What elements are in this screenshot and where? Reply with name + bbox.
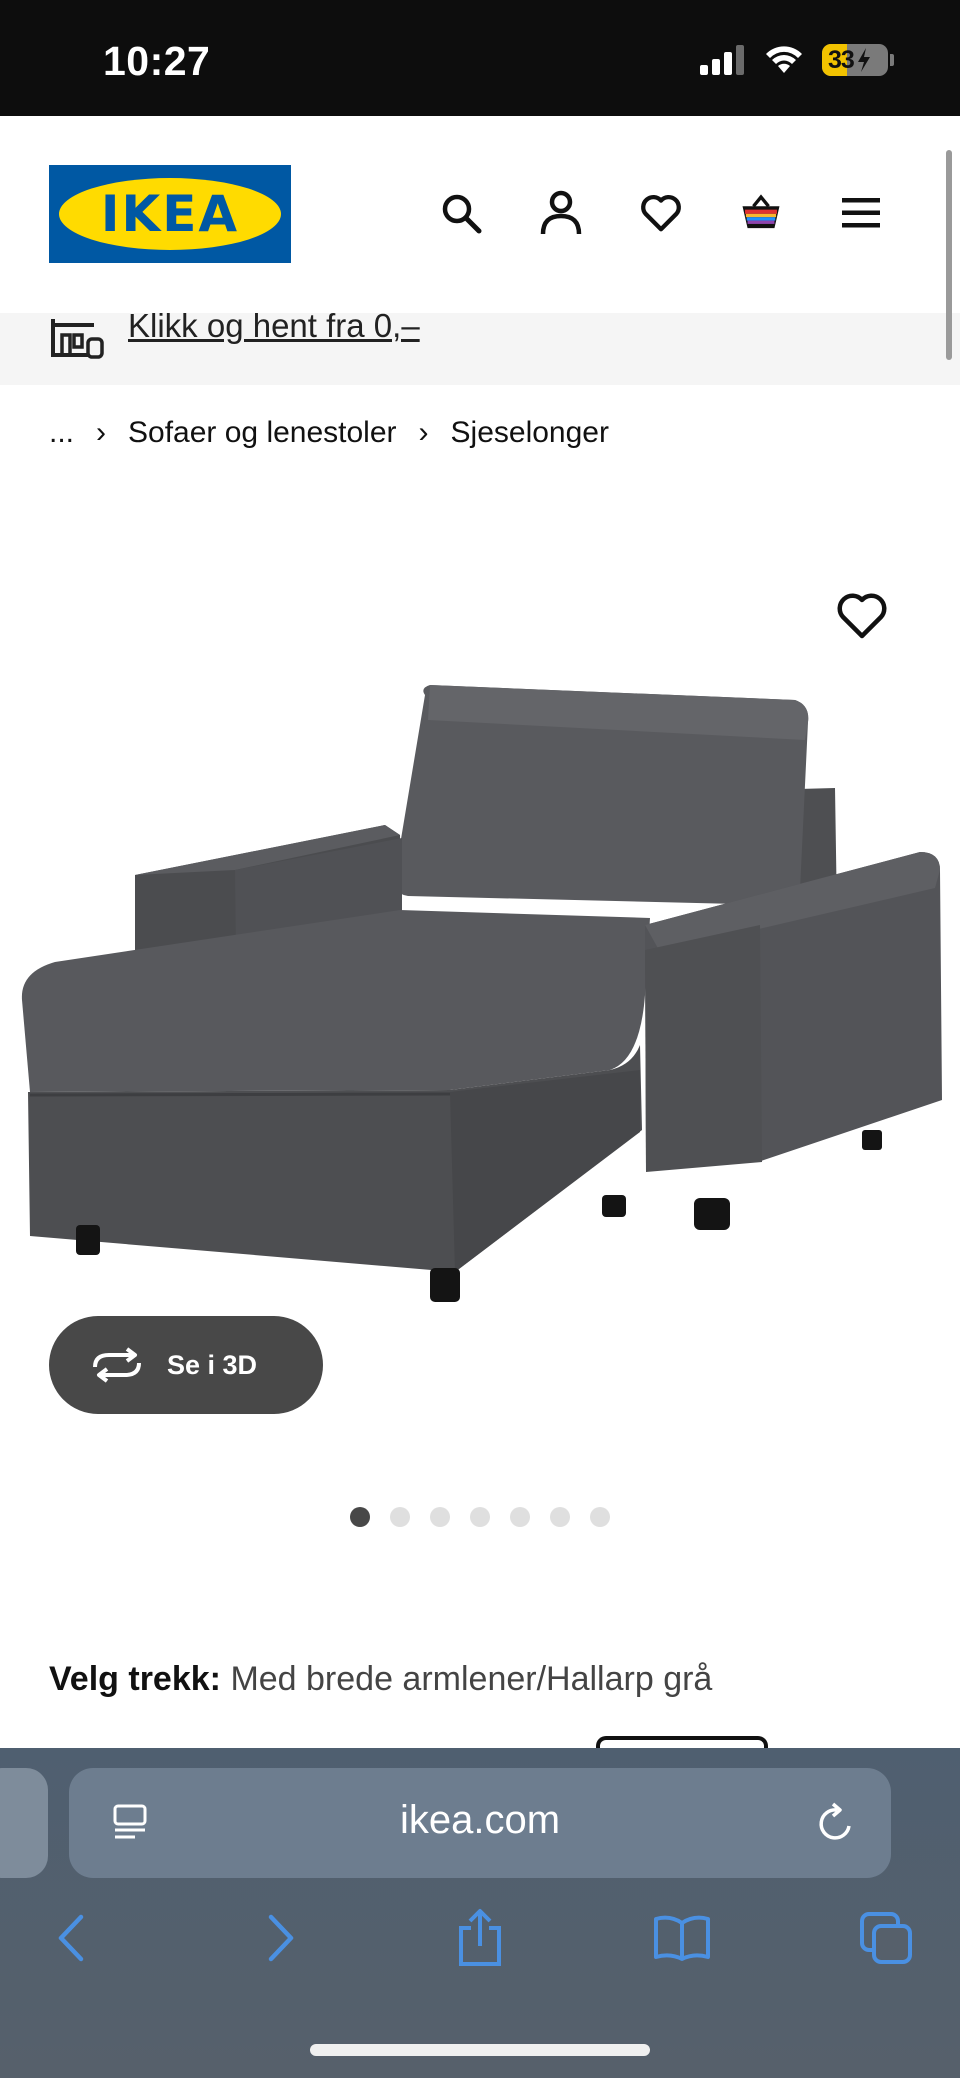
- tabs-icon[interactable]: [856, 1908, 916, 1968]
- cart-icon[interactable]: [740, 190, 782, 236]
- breadcrumb: ... › Sofaer og lenestoler › Sjeselonger: [49, 416, 609, 450]
- rotate-icon: [93, 1347, 141, 1383]
- url-text: ikea.com: [399, 1798, 561, 1842]
- logo-text: IKEA: [100, 185, 240, 243]
- view-3d-label: Se i 3D: [167, 1349, 258, 1380]
- breadcrumb-ellipsis[interactable]: ...: [49, 416, 74, 450]
- previous-tab-preview[interactable]: [0, 1768, 48, 1878]
- battery-text: 33: [828, 45, 855, 74]
- wifi-icon: [766, 46, 802, 73]
- status-time: 10:27: [103, 38, 211, 84]
- share-icon[interactable]: [450, 1908, 510, 1968]
- address-bar[interactable]: ikea.com: [69, 1768, 891, 1878]
- cover-value: Med brede armlener/Hallarp grå: [230, 1660, 713, 1698]
- breadcrumb-item-sofas[interactable]: Sofaer og lenestoler: [128, 416, 397, 450]
- product-image[interactable]: [0, 660, 960, 1320]
- home-indicator[interactable]: [310, 2044, 650, 2056]
- reload-icon[interactable]: [815, 1800, 857, 1844]
- search-icon[interactable]: [440, 190, 482, 236]
- breadcrumb-item-chaise-longues[interactable]: Sjeselonger: [451, 416, 609, 450]
- image-carousel-dots: [350, 1507, 610, 1527]
- forward-icon[interactable]: [250, 1908, 310, 1968]
- browser-toolbar: ikea.com: [0, 1748, 960, 2078]
- carousel-dot-2[interactable]: [390, 1507, 410, 1527]
- carousel-dot-6[interactable]: [550, 1507, 570, 1527]
- site-header: IKEA: [0, 116, 960, 313]
- battery-indicator: 33: [822, 44, 888, 76]
- promo-text[interactable]: Klikk og hent fra 0,–: [128, 313, 420, 345]
- signal-icon: [700, 45, 744, 75]
- cover-label: Velg trekk:: [49, 1660, 221, 1698]
- carousel-dot-1[interactable]: [350, 1507, 370, 1527]
- status-bar: 10:27 33: [0, 0, 960, 116]
- cover-selection: Velg trekk: Med brede armlener/Hallarp g…: [49, 1660, 712, 1699]
- add-to-wishlist-icon[interactable]: [836, 592, 888, 640]
- carousel-dot-5[interactable]: [510, 1507, 530, 1527]
- browser-nav: [0, 1908, 960, 1988]
- page-scrollbar[interactable]: [946, 150, 952, 360]
- heart-icon[interactable]: [640, 190, 682, 236]
- chevron-right-icon: ›: [96, 416, 107, 449]
- chevron-right-icon: ›: [418, 416, 429, 449]
- back-icon[interactable]: [42, 1908, 102, 1968]
- status-icons: 33: [700, 44, 894, 76]
- charging-icon: [857, 48, 870, 72]
- carousel-dot-4[interactable]: [470, 1507, 490, 1527]
- account-icon[interactable]: [540, 190, 582, 236]
- header-icons: [440, 190, 882, 236]
- menu-icon[interactable]: [840, 190, 882, 236]
- carousel-dot-3[interactable]: [430, 1507, 450, 1527]
- ikea-logo[interactable]: IKEA: [49, 165, 291, 263]
- promo-banner[interactable]: Klikk og hent fra 0,–: [0, 313, 960, 385]
- store-icon: [51, 319, 104, 359]
- carousel-dot-7[interactable]: [590, 1507, 610, 1527]
- logo-oval: IKEA: [59, 178, 281, 250]
- bookmarks-icon[interactable]: [652, 1908, 712, 1968]
- battery-tip: [890, 54, 894, 66]
- view-3d-button[interactable]: Se i 3D: [49, 1316, 323, 1414]
